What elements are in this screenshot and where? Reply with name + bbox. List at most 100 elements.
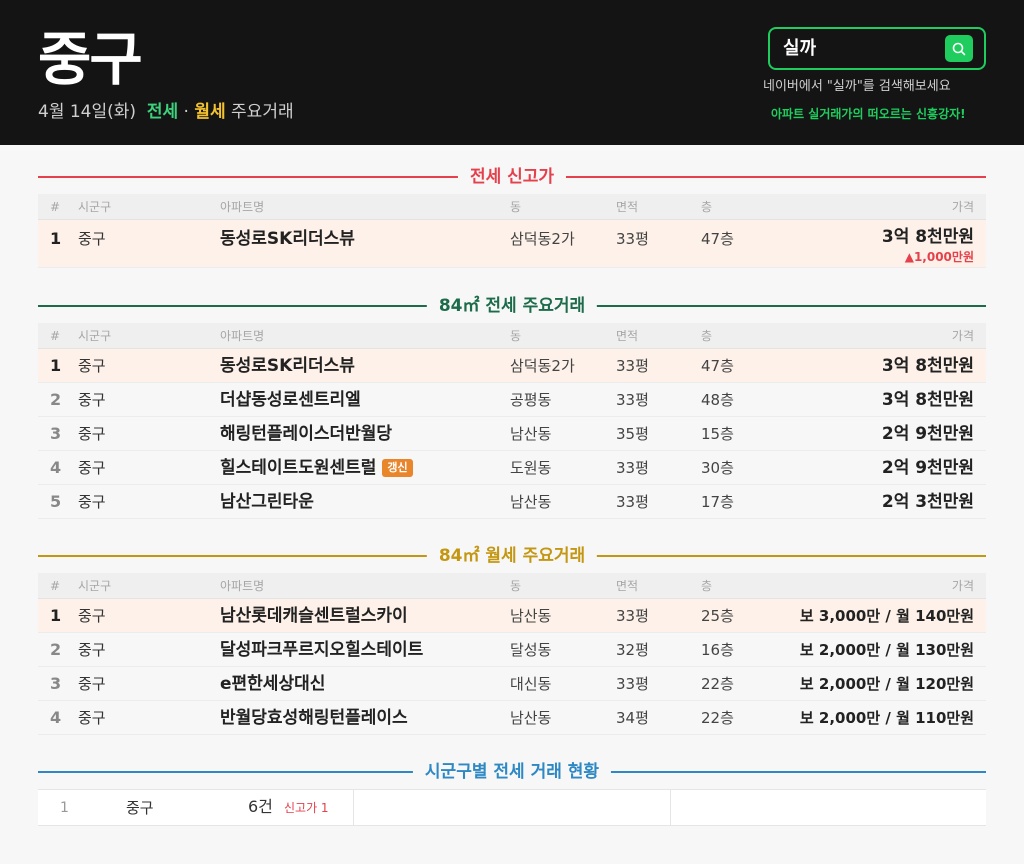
section-label: 84㎡ 전세 주요거래 bbox=[426, 294, 598, 318]
col-apt: 아파트명 bbox=[220, 579, 265, 593]
row-sigungu: 중구 bbox=[78, 357, 106, 375]
summary-divider bbox=[353, 790, 354, 826]
row-area: 33평 bbox=[616, 357, 649, 375]
row-floor: 16층 bbox=[701, 641, 734, 659]
row-floor: 22층 bbox=[701, 709, 734, 727]
row-price: 2억 3천만원 bbox=[881, 492, 974, 512]
row-dong: 남산동 bbox=[510, 709, 552, 727]
col-no: # bbox=[50, 579, 61, 593]
summary-count: 6건 bbox=[248, 797, 273, 816]
row-price: 2억 9천만원 bbox=[881, 424, 974, 444]
section-label: 전세 신고가 bbox=[457, 165, 567, 189]
table-row[interactable]: 3 중구 해링턴플레이스더반월당 남산동 35평 15층 2억 9천만원 bbox=[38, 417, 986, 451]
row-area: 35평 bbox=[616, 425, 649, 443]
col-area: 면적 bbox=[616, 329, 639, 343]
row-sigungu: 중구 bbox=[78, 425, 106, 443]
wolse-label: 월세 bbox=[194, 102, 226, 122]
row-apt-with-badge: 힐스테이트도원센트럴 갱신 bbox=[220, 457, 413, 479]
row-apt: 더샵동성로센트리엘 bbox=[220, 390, 361, 410]
status-summary: 1 중구 6건 신고가 1 bbox=[38, 789, 986, 826]
section-title-wolse84: 84㎡ 월세 주요거래 bbox=[38, 544, 986, 568]
row-price: 보 2,000만 / 월 120만원 bbox=[799, 675, 974, 693]
summary-sigungu: 중구 bbox=[126, 799, 154, 817]
wolse-table: # 시군구 아파트명 동 면적 층 가격 1 중구 남산롯데캐슬센트럴스카이 남… bbox=[38, 573, 986, 735]
search-text: 실까 bbox=[783, 38, 817, 59]
table-row[interactable]: 4 중구 힐스테이트도원센트럴 갱신 도원동 33평 30층 2억 9천만원 bbox=[38, 451, 986, 485]
row-no: 3 bbox=[50, 674, 62, 693]
row-sigungu: 중구 bbox=[78, 709, 106, 727]
row-apt: 남산그린타운 bbox=[220, 492, 314, 512]
col-price: 가격 bbox=[951, 200, 974, 214]
col-price: 가격 bbox=[951, 329, 974, 343]
row-price: 보 2,000만 / 월 130만원 bbox=[799, 641, 974, 659]
col-no: # bbox=[50, 200, 61, 214]
col-dong: 동 bbox=[510, 579, 522, 593]
row-area: 33평 bbox=[616, 607, 649, 625]
row-dong: 남산동 bbox=[510, 425, 552, 443]
col-dong: 동 bbox=[510, 329, 522, 343]
table-row[interactable]: 3 중구 e편한세상대신 대신동 33평 22층 보 2,000만 / 월 12… bbox=[38, 667, 986, 701]
row-sigungu: 중구 bbox=[78, 641, 106, 659]
row-sigungu: 중구 bbox=[78, 675, 106, 693]
col-sigungu: 시군구 bbox=[78, 579, 112, 593]
row-area: 33평 bbox=[616, 493, 649, 511]
row-price: 2억 9천만원 bbox=[881, 458, 974, 478]
col-floor: 층 bbox=[701, 579, 713, 593]
table-header: # 시군구 아파트명 동 면적 층 가격 bbox=[38, 573, 986, 599]
row-price: 보 3,000만 / 월 140만원 bbox=[799, 607, 974, 625]
table-row[interactable]: 1 중구 남산롯데캐슬센트럴스카이 남산동 33평 25층 보 3,000만 /… bbox=[38, 599, 986, 633]
table-row[interactable]: 1 중구 동성로SK리더스뷰 삼덕동2가 33평 47층 3억 8천만원 bbox=[38, 349, 986, 383]
table-row[interactable]: 1 중구 동성로SK리더스뷰 삼덕동2가 33평 47층 3억 8천만원 ▲1,… bbox=[38, 220, 986, 268]
table-row[interactable]: 4 중구 반월당효성해링턴플레이스 남산동 34평 22층 보 2,000만 /… bbox=[38, 701, 986, 735]
search-button[interactable] bbox=[945, 35, 973, 62]
section-label: 84㎡ 월세 주요거래 bbox=[426, 544, 598, 568]
col-floor: 층 bbox=[701, 329, 713, 343]
table-row[interactable]: 2 중구 더샵동성로센트리엘 공평동 33평 48층 3억 8천만원 bbox=[38, 383, 986, 417]
slogan: 아파트 실거래가의 떠오르는 신흥강자! bbox=[771, 107, 966, 121]
record-table: # 시군구 아파트명 동 면적 층 가격 1 중구 동성로SK리더스뷰 삼덕동2… bbox=[38, 194, 986, 268]
row-area: 33평 bbox=[616, 391, 649, 409]
row-floor: 22층 bbox=[701, 675, 734, 693]
row-apt: 해링턴플레이스더반월당 bbox=[220, 424, 393, 444]
row-floor: 48층 bbox=[701, 391, 734, 409]
renewal-badge: 갱신 bbox=[382, 459, 413, 477]
col-no: # bbox=[50, 329, 61, 343]
row-apt: 힐스테이트도원센트럴 bbox=[220, 458, 377, 478]
row-no: 4 bbox=[50, 458, 62, 477]
row-area: 33평 bbox=[616, 675, 649, 693]
summary-no: 1 bbox=[60, 800, 69, 816]
row-apt: 동성로SK리더스뷰 bbox=[220, 356, 355, 376]
row-apt: 반월당효성해링턴플레이스 bbox=[220, 708, 408, 728]
row-dong: 대신동 bbox=[510, 675, 552, 693]
row-area: 33평 bbox=[616, 459, 649, 477]
row-sigungu: 중구 bbox=[78, 607, 106, 625]
col-area: 면적 bbox=[616, 200, 639, 214]
col-price: 가격 bbox=[951, 579, 974, 593]
row-apt: 달성파크푸르지오힐스테이트 bbox=[220, 640, 424, 660]
row-dong: 삼덕동2가 bbox=[510, 357, 575, 375]
row-no: 5 bbox=[50, 492, 62, 511]
section-label: 시군구별 전세 거래 현황 bbox=[412, 760, 612, 784]
search-icon bbox=[952, 42, 966, 56]
subtitle: 4월 14일(화) 전세 · 월세 주요거래 bbox=[38, 100, 294, 124]
row-floor: 30층 bbox=[701, 459, 734, 477]
row-apt: e편한세상대신 bbox=[220, 674, 326, 694]
col-apt: 아파트명 bbox=[220, 329, 265, 343]
row-dong: 공평동 bbox=[510, 391, 552, 409]
separator-dot: · bbox=[183, 102, 189, 122]
col-area: 면적 bbox=[616, 579, 639, 593]
table-header: # 시군구 아파트명 동 면적 층 가격 bbox=[38, 323, 986, 349]
search-box[interactable]: 실까 bbox=[768, 27, 986, 70]
table-row[interactable]: 5 중구 남산그린타운 남산동 33평 17층 2억 3천만원 bbox=[38, 485, 986, 519]
summary-divider bbox=[670, 790, 671, 826]
table-row[interactable]: 2 중구 달성파크푸르지오힐스테이트 달성동 32평 16층 보 2,000만 … bbox=[38, 633, 986, 667]
row-price: 3억 8천만원 bbox=[881, 227, 974, 247]
row-sigungu: 중구 bbox=[78, 459, 106, 477]
col-sigungu: 시군구 bbox=[78, 329, 112, 343]
col-dong: 동 bbox=[510, 200, 522, 214]
row-floor: 47층 bbox=[701, 357, 734, 375]
row-sigungu: 중구 bbox=[78, 493, 106, 511]
date-label: 4월 14일(화) bbox=[38, 102, 137, 122]
row-floor: 15층 bbox=[701, 425, 734, 443]
row-no: 4 bbox=[50, 708, 62, 727]
